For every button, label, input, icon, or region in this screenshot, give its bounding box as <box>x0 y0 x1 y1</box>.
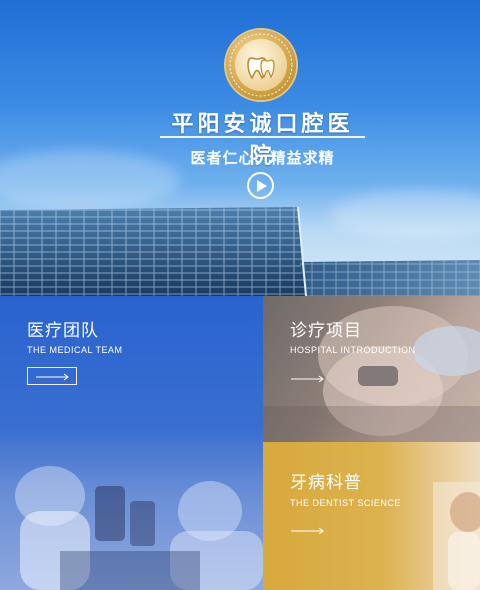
play-video-button[interactable] <box>247 172 274 199</box>
tile-title: 医疗团队 <box>27 321 99 341</box>
hero-banner: 平阳安诚口腔医院 医者仁心、精益求精 <box>0 0 480 296</box>
tile-subtitle: THE MEDICAL TEAM <box>27 345 123 355</box>
slogan: 医者仁心、精益求精 <box>190 149 335 167</box>
tile-title: 牙病科普 <box>290 473 362 493</box>
arrow-right-icon <box>291 527 324 535</box>
tile-dentist-science[interactable]: 牙病科普 THE DENTIST SCIENCE <box>263 442 480 590</box>
more-link[interactable] <box>283 522 324 535</box>
hospital-logo <box>226 30 296 100</box>
play-icon <box>257 180 267 192</box>
more-link[interactable] <box>283 370 324 383</box>
more-button[interactable] <box>27 367 77 385</box>
divider <box>160 136 365 138</box>
clinic-photo <box>433 482 480 590</box>
tile-medical-team[interactable]: 医疗团队 THE MEDICAL TEAM <box>0 296 263 590</box>
tile-procedures[interactable]: 诊疗项目 HOSPITAL INTRODUCTION <box>263 296 480 442</box>
arrow-right-icon <box>291 375 324 383</box>
tile-subtitle: HOSPITAL INTRODUCTION <box>290 345 416 355</box>
arrow-right-icon <box>36 373 69 381</box>
tile-subtitle: THE DENTIST SCIENCE <box>290 498 401 508</box>
tile-title: 诊疗项目 <box>290 321 362 341</box>
tooth-logo-icon <box>229 33 293 97</box>
